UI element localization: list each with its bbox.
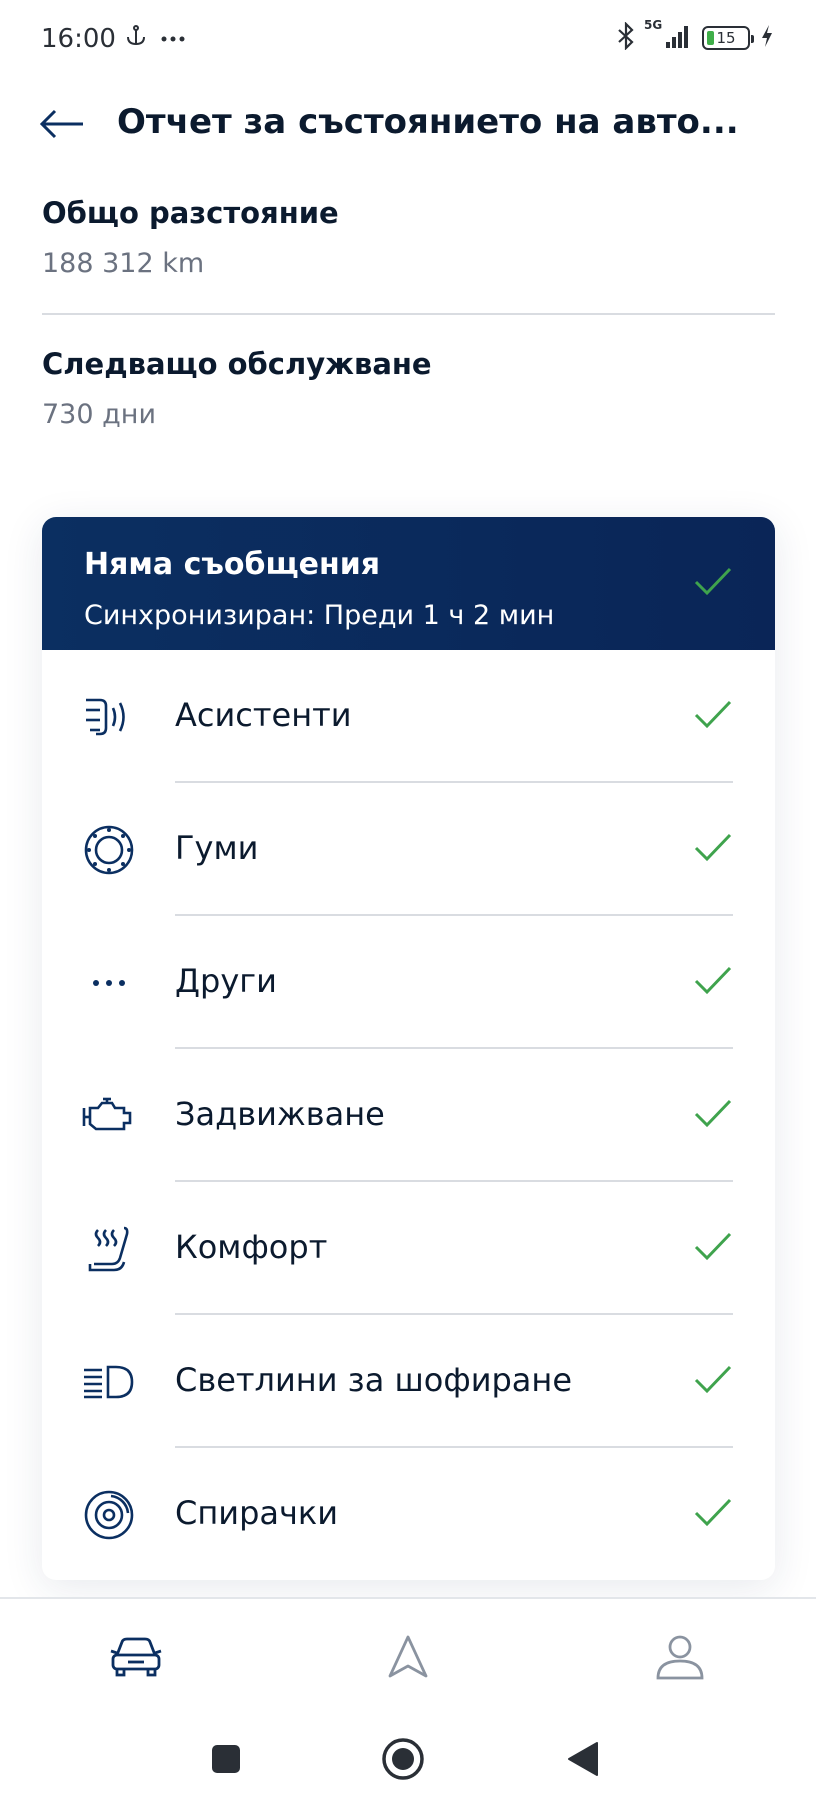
total-distance-value: 188 312 km (42, 248, 205, 279)
list-item-comfort[interactable]: Комфорт (42, 1182, 775, 1315)
item-label: Гуми (175, 829, 259, 867)
car-icon (110, 1637, 162, 1677)
nav-vehicle-button[interactable] (106, 1629, 166, 1685)
list-item-brakes[interactable]: Спирачки (42, 1448, 775, 1580)
sync-status: Синхронизиран: Преди 1 ч 2 мин (84, 600, 555, 631)
card-header: Няма съобщения Синхронизиран: Преди 1 ч … (42, 517, 775, 650)
app-header: Отчет за състоянието на авто... (0, 90, 816, 160)
battery-level: 15 (716, 29, 736, 47)
home-button[interactable] (378, 1734, 428, 1784)
status-time: 16:00 (41, 24, 116, 54)
item-label: Задвижване (175, 1095, 385, 1133)
heated-seat-icon (82, 1222, 136, 1276)
battery-icon: 15 (702, 26, 754, 50)
total-distance-label: Общо разстояние (42, 196, 339, 230)
list-item-driving-lights[interactable]: Светлини за шофиране (42, 1315, 775, 1448)
recents-button[interactable] (201, 1734, 251, 1784)
item-label: Други (175, 962, 277, 1000)
next-service-value: 730 дни (42, 399, 156, 430)
system-back-button[interactable] (558, 1734, 608, 1784)
charging-bolt-icon (760, 24, 774, 52)
arrow-left-icon (39, 109, 83, 139)
status-bar: 16:00 5G 15 (0, 0, 816, 80)
signal-icon: 5G (644, 18, 692, 54)
nav-navigation-button[interactable] (378, 1629, 438, 1685)
list-item-other[interactable]: Други (42, 916, 775, 1049)
list-item-drivetrain[interactable]: Задвижване (42, 1049, 775, 1182)
back-icon (568, 1742, 598, 1776)
nav-profile-button[interactable] (650, 1629, 710, 1685)
divider (42, 313, 775, 315)
item-label: Асистенти (175, 696, 352, 734)
recents-icon (212, 1745, 240, 1773)
check-icon (693, 964, 733, 1000)
total-distance-section: Общо разстояние 188 312 km (42, 196, 775, 279)
bottom-navigation (0, 1597, 816, 1707)
check-icon (693, 1496, 733, 1532)
brake-disc-icon (82, 1488, 136, 1542)
list-item-tires[interactable]: Гуми (42, 783, 775, 916)
check-icon (693, 565, 733, 601)
home-icon (382, 1738, 424, 1780)
check-icon (693, 831, 733, 867)
page-title: Отчет за състоянието на авто... (117, 102, 739, 142)
navigation-icon (388, 1635, 428, 1678)
more-dots-icon (160, 29, 186, 48)
check-icon (693, 1230, 733, 1266)
check-icon (693, 698, 733, 734)
usb-anchor-icon (124, 24, 148, 52)
assist-radar-icon (82, 690, 136, 744)
next-service-label: Следващо обслужване (42, 347, 432, 381)
network-type: 5G (644, 18, 663, 32)
back-button[interactable] (36, 102, 88, 146)
next-service-section: Следващо обслужване 730 дни (42, 347, 775, 430)
tire-icon (82, 823, 136, 877)
item-label: Спирачки (175, 1494, 339, 1532)
more-dots-icon (82, 956, 136, 1010)
profile-icon (656, 1635, 704, 1680)
system-navigation (0, 1712, 816, 1800)
engine-icon (82, 1089, 136, 1143)
item-label: Комфорт (175, 1228, 328, 1266)
headlight-icon (82, 1355, 136, 1409)
list-item-assistants[interactable]: Асистенти (42, 650, 775, 783)
card-title: Няма съобщения (84, 547, 380, 582)
item-label: Светлини за шофиране (175, 1361, 573, 1399)
check-icon (693, 1363, 733, 1399)
vehicle-status-card: Няма съобщения Синхронизиран: Преди 1 ч … (42, 517, 775, 1580)
bluetooth-icon (616, 21, 636, 54)
check-icon (693, 1097, 733, 1133)
